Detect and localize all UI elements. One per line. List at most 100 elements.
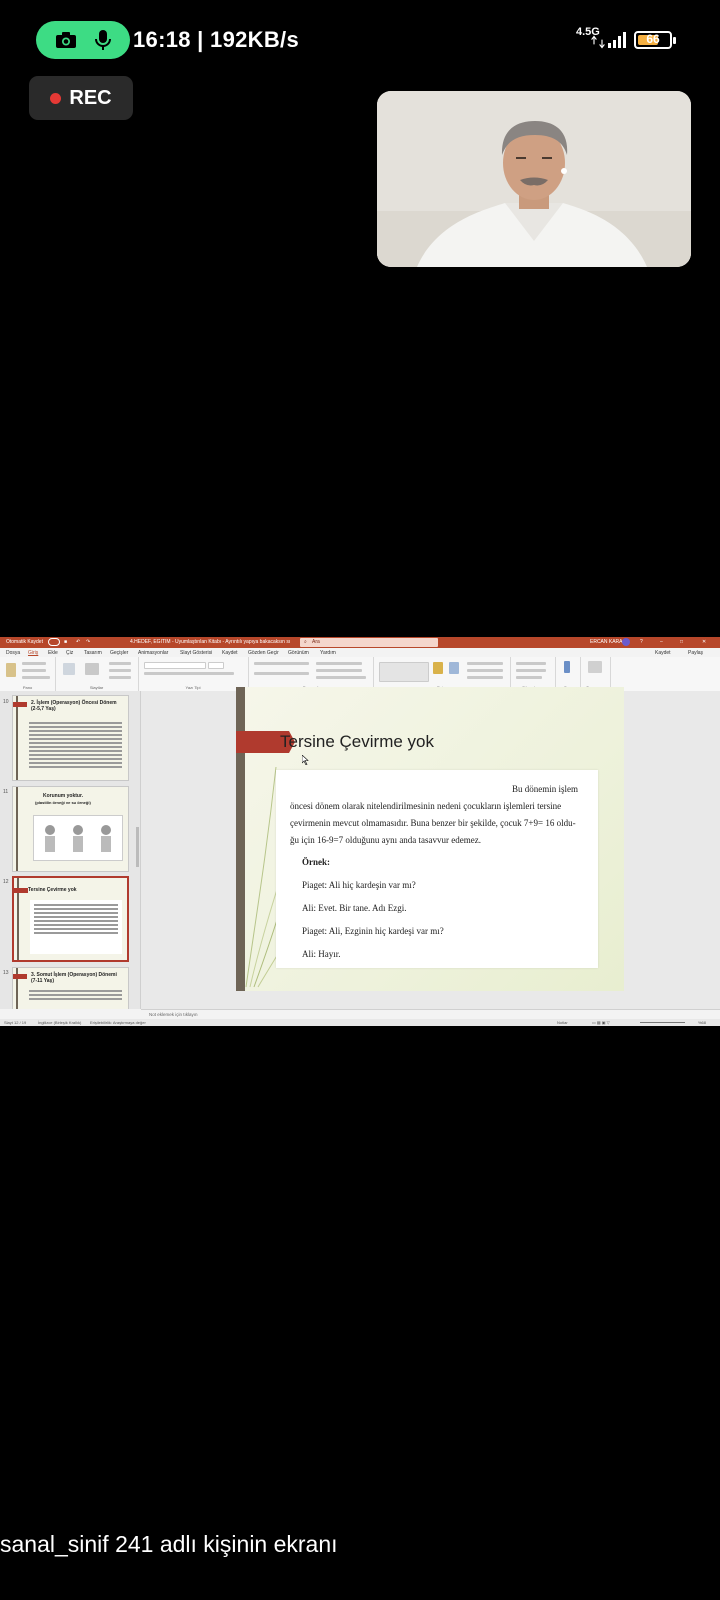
arrange-icon[interactable] (433, 662, 443, 674)
help-icon[interactable]: ? (640, 639, 643, 645)
new-slide-icon[interactable] (63, 663, 75, 675)
reset-button[interactable] (109, 669, 131, 672)
thumb-accent-bar (13, 702, 27, 707)
ribbon-group-slaytlar: Slaytlar (55, 657, 139, 691)
language-status[interactable]: İngilizce (Birleşik Krallık) (38, 1020, 81, 1025)
align-text-button[interactable] (316, 669, 362, 672)
autosave-toggle[interactable] (48, 638, 60, 646)
tab-gozden-gecir[interactable]: Gözden Geçir (248, 650, 279, 656)
close-icon[interactable]: ✕ (702, 639, 706, 645)
ribbon-group-yazi-tipi: Yazı Tipi (138, 657, 249, 691)
font-format-buttons[interactable] (144, 672, 234, 675)
user-avatar[interactable] (622, 638, 630, 646)
paste-icon[interactable] (6, 663, 16, 677)
ribbon-label-slaytlar: Slaytlar (89, 685, 104, 690)
quick-styles-icon[interactable] (449, 662, 459, 674)
tab-slayt-gosterisi[interactable]: Slayt Gösterisi (180, 650, 212, 656)
app-title-bar: Otomatik Kaydet ■ ↶ ↷ 4.HEDEF, EĞİTİM - … (0, 637, 720, 648)
document-title: 4.HEDEF, EĞİTİM - Uyumlaştırılan Kitabı … (130, 639, 290, 645)
slide-dialogue-line-4: Ali: Hayır. (302, 949, 341, 959)
thumb-subtitle: (plastilin örneği ve su örneği) (35, 800, 91, 805)
slide-thumbnail-pane[interactable]: 10 2. İşlem (Operasyon) Öncesi Dönem (2-… (0, 691, 141, 1009)
layout-button[interactable] (109, 662, 131, 665)
tab-tasarim[interactable]: Tasarım (84, 650, 102, 656)
tab-ekle[interactable]: Ekle (48, 650, 58, 656)
screen-share-caption: sanal_sinif 241 adlı kişinin ekranı (0, 1531, 338, 1557)
shape-effects-button[interactable] (467, 676, 503, 679)
shape-outline-button[interactable] (467, 669, 503, 672)
thumb-title: 3. Somut İşlem (Operasyon) Dönemi (7-11 … (31, 972, 117, 984)
select-button[interactable] (516, 676, 542, 679)
zoom-level[interactable]: %68 (698, 1020, 706, 1025)
tab-ciz[interactable]: Çiz (66, 650, 73, 656)
save-icon[interactable]: ■ (64, 639, 67, 645)
find-button[interactable] (516, 662, 546, 665)
designer-icon[interactable] (588, 661, 602, 673)
dictate-icon[interactable] (564, 661, 570, 673)
align-buttons[interactable] (254, 672, 309, 675)
tab-yardim[interactable]: Yardım (320, 650, 336, 656)
battery-icon: 66 (634, 31, 676, 49)
copy-button[interactable] (22, 669, 46, 672)
maximize-icon[interactable]: □ (680, 639, 683, 645)
shape-fill-button[interactable] (467, 662, 503, 665)
recording-indicator[interactable]: REC (29, 76, 133, 120)
ribbon-group-duzenleme: Düzenleme (510, 657, 556, 691)
autosave-label[interactable]: Otomatik Kaydet (6, 639, 43, 645)
thumb-number: 13 (3, 970, 9, 976)
signal-strength-icon (590, 30, 630, 55)
format-painter-button[interactable] (22, 676, 50, 679)
font-size-select[interactable] (208, 662, 224, 669)
smartart-button[interactable] (316, 676, 366, 679)
redo-icon[interactable]: ↷ (86, 639, 90, 645)
thumb-body-text (34, 904, 118, 936)
thumb-accent-line (16, 787, 18, 871)
minimize-icon[interactable]: – (660, 639, 663, 645)
share-button[interactable]: Paylaş (688, 650, 703, 656)
font-name-select[interactable] (144, 662, 206, 669)
status-time-speed: 16:18 | 192KB/s (133, 27, 299, 52)
slide-text-box[interactable] (276, 770, 598, 968)
screen-share-indicator-pill[interactable] (36, 21, 130, 59)
section-button[interactable] (109, 676, 131, 679)
slide-thumbnail-10[interactable]: 2. İşlem (Operasyon) Öncesi Dönem (2-5,7… (12, 695, 129, 781)
undo-icon[interactable]: ↶ (76, 639, 80, 645)
search-placeholder: Ara (312, 639, 320, 645)
accessibility-status[interactable]: Erişilebilirlik: Araştırmaya değer (90, 1020, 146, 1025)
thumbnail-scrollbar[interactable] (136, 827, 139, 867)
reuse-slides-icon[interactable] (85, 663, 99, 675)
search-box[interactable]: ⌕ Ara (300, 638, 438, 647)
participant-video-tile[interactable] (377, 91, 691, 267)
zoom-slider[interactable] (640, 1022, 685, 1023)
list-buttons[interactable] (254, 662, 309, 665)
slide-thumbnail-13[interactable]: 3. Somut İşlem (Operasyon) Dönemi (7-11 … (12, 967, 129, 1009)
battery-percentage: 66 (646, 32, 660, 46)
user-name[interactable]: ERCAN KARA (590, 639, 623, 645)
tab-animasyonlar[interactable]: Animasyonlar (138, 650, 168, 656)
slide-dialogue-line-3: Piaget: Ali, Ezginin hiç kardeşi var mı? (302, 926, 444, 936)
record-button[interactable]: Kaydet (655, 650, 671, 656)
tab-gorunum[interactable]: Görünüm (288, 650, 309, 656)
tab-dosya[interactable]: Dosya (6, 650, 20, 656)
thumb-title: Tersine Çevirme yok (28, 887, 77, 893)
notes-toggle[interactable]: Notlar (557, 1020, 568, 1025)
thumb-number: 12 (3, 879, 9, 885)
tab-kaydet[interactable]: Kaydet (222, 650, 238, 656)
view-buttons[interactable]: ▭ ▦ ▣ ▽ (592, 1020, 610, 1025)
thumb-body-text (29, 722, 122, 770)
cut-button[interactable] (22, 662, 46, 665)
slide-paragraph-line-4: ğu için 16-9=7 olduğunu aynı anda tasavv… (290, 835, 482, 845)
tab-gecisler[interactable]: Geçişler (110, 650, 128, 656)
shapes-gallery[interactable] (379, 662, 429, 682)
text-direction-button[interactable] (316, 662, 362, 665)
thumb-text-box (30, 900, 122, 954)
slide-title: Tersine Çevirme yok (280, 732, 434, 751)
ribbon-group-tasarimci: Tasarımcı (580, 657, 611, 691)
slide-dialogue-line-2: Ali: Evet. Bir tane. Adı Ezgi. (302, 903, 407, 913)
thumb-accent-bar (14, 888, 28, 893)
thumb-accent-bar (13, 974, 27, 979)
tab-giris[interactable]: Giriş (28, 650, 38, 656)
replace-button[interactable] (516, 669, 546, 672)
slide-thumbnail-11[interactable]: Korunum yoktur. (plastilin örneği ve su … (12, 786, 129, 872)
slide-thumbnail-12-selected[interactable]: Tersine Çevirme yok (12, 876, 129, 962)
